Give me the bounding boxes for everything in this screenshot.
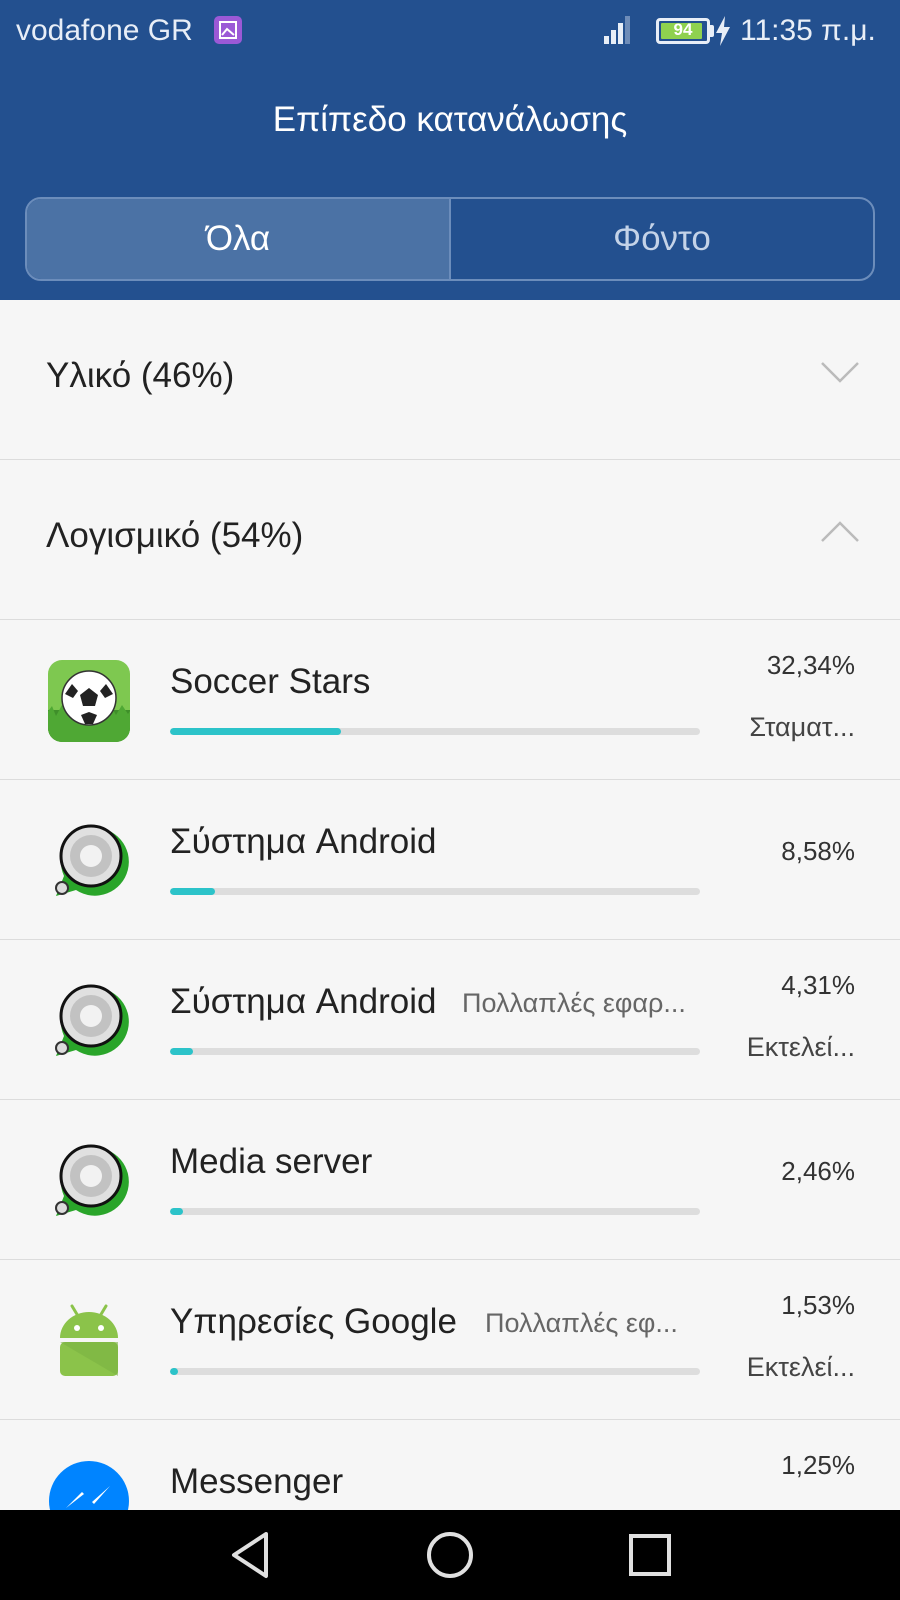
usage-bar-fill (170, 728, 342, 735)
android-system-icon (46, 818, 132, 904)
usage-percent: 8,58% (781, 836, 855, 866)
usage-bar (170, 1368, 700, 1375)
section-software[interactable]: Λογισμικό (54%) (0, 460, 900, 620)
tab-all[interactable]: Όλα (27, 199, 451, 279)
usage-bar-fill (170, 888, 216, 895)
section-software-title: Λογισμικό (54%) (46, 516, 304, 555)
app-status: Σταματ... (749, 712, 855, 742)
soccer-stars-icon (46, 658, 132, 744)
app-row-android-system[interactable]: Σύστημα Android 8,58% (0, 780, 900, 940)
app-header: vodafone GR 94 11:35 π.μ. Επίπεδο κατανά… (0, 0, 900, 300)
status-bar: vodafone GR 94 11:35 π.μ. (0, 0, 900, 64)
app-status: Εκτελεί... (746, 1352, 855, 1382)
android-system-icon (46, 1138, 132, 1224)
app-subtitle: Πολλαπλές εφ... (485, 1308, 678, 1338)
section-hardware[interactable]: Υλικό (46%) (0, 300, 900, 460)
tab-background[interactable]: Φόντο (451, 199, 873, 279)
app-row-media-server[interactable]: Media server 2,46% (0, 1100, 900, 1260)
usage-bar-fill (170, 1368, 179, 1375)
usage-bar-fill (170, 1208, 184, 1215)
usage-percent: 2,46% (781, 1156, 855, 1186)
usage-percent: 4,31% (781, 970, 855, 1000)
app-name: Soccer Stars (170, 662, 371, 701)
android-system-icon (46, 978, 132, 1064)
app-name: Messenger (170, 1462, 344, 1501)
charging-icon (714, 16, 732, 54)
section-hardware-title: Υλικό (46%) (46, 356, 235, 395)
usage-bar-fill (170, 1048, 193, 1055)
usage-bar (170, 728, 700, 735)
usage-percent: 32,34% (766, 650, 855, 680)
usage-percent: 1,53% (781, 1290, 855, 1320)
app-name: Υπηρεσίες Google (170, 1302, 457, 1341)
app-row-soccer-stars[interactable]: Soccer Stars 32,34% Σταματ... (0, 620, 900, 780)
app-name: Σύστημα Android (170, 982, 437, 1021)
gallery-icon (214, 16, 242, 44)
recents-icon[interactable] (625, 1530, 675, 1585)
back-icon[interactable] (226, 1530, 276, 1585)
battery-level-text: 94 (673, 20, 693, 39)
usage-bar (170, 1208, 700, 1215)
app-status: Εκτελεί... (746, 1032, 855, 1062)
chevron-up-icon[interactable] (820, 520, 860, 549)
home-icon[interactable] (425, 1530, 475, 1585)
chevron-down-icon[interactable] (820, 360, 860, 389)
battery-icon: 94 (656, 18, 710, 44)
usage-bar (170, 888, 700, 895)
app-row-google-services[interactable]: Υπηρεσίες Google Πολλαπλές εφ... 1,53% Ε… (0, 1260, 900, 1420)
app-name: Media server (170, 1142, 373, 1181)
tab-bar: Όλα Φόντο (25, 197, 875, 281)
signal-icon (604, 14, 632, 54)
clock: 11:35 π.μ. (740, 14, 876, 47)
usage-percent: 1,25% (781, 1450, 855, 1480)
usage-bar (170, 1048, 700, 1055)
app-subtitle: Πολλαπλές εφαρ... (462, 988, 686, 1018)
page-title: Επίπεδο κατανάλωσης (272, 100, 628, 139)
carrier-name: vodafone GR (16, 14, 193, 47)
app-row-android-system-multi[interactable]: Σύστημα Android Πολλαπλές εφαρ... 4,31% … (0, 940, 900, 1100)
app-name: Σύστημα Android (170, 822, 437, 861)
navigation-bar (0, 1510, 900, 1600)
android-robot-icon (46, 1298, 132, 1384)
